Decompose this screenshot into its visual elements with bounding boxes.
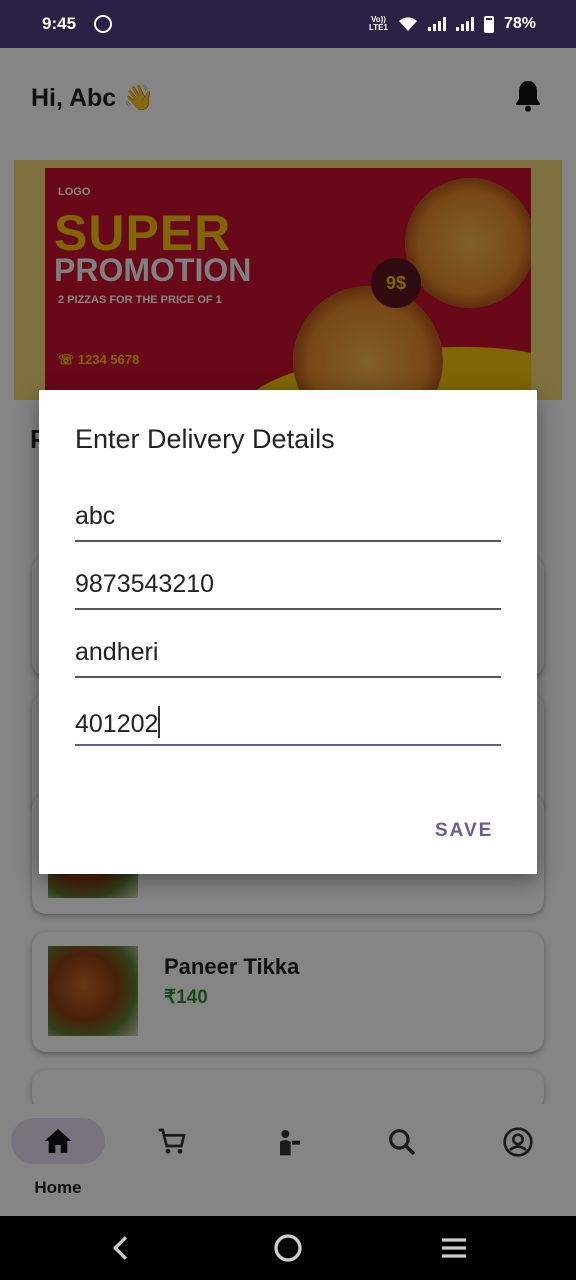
status-bar: 9:45 Vo)) LTE1 78% [0,0,576,48]
address-input[interactable] [75,638,501,667]
signal-1-icon [427,17,446,31]
dialog-title: Enter Delivery Details [75,424,335,454]
system-navigation-bar [0,1216,576,1280]
phone-input[interactable] [75,570,501,599]
signal-2-icon [455,17,474,31]
wifi-icon [398,17,417,31]
pincode-value[interactable]: 401202 [75,710,158,738]
name-field[interactable] [75,498,501,542]
whatsapp-icon [94,15,113,33]
volte-bottom-label: LTE1 [369,23,388,32]
back-icon[interactable] [106,1232,138,1264]
phone-field[interactable] [75,566,501,610]
status-time: 9:45 [42,14,77,33]
save-button[interactable]: SAVE [435,820,493,842]
address-field[interactable] [75,634,501,678]
status-icons: Vo)) LTE1 78% [369,15,536,33]
text-caret [158,706,161,738]
name-input[interactable] [75,502,501,531]
battery-icon [483,15,494,33]
delivery-details-dialog: Enter Delivery Details 401202 SAVE [39,390,537,874]
battery-percent: 78% [503,15,536,32]
home-circle-icon[interactable] [272,1232,304,1264]
pincode-field[interactable]: 401202 [75,702,501,746]
volte-indicator: Vo)) LTE1 [369,16,388,32]
recent-apps-icon[interactable] [438,1232,470,1264]
